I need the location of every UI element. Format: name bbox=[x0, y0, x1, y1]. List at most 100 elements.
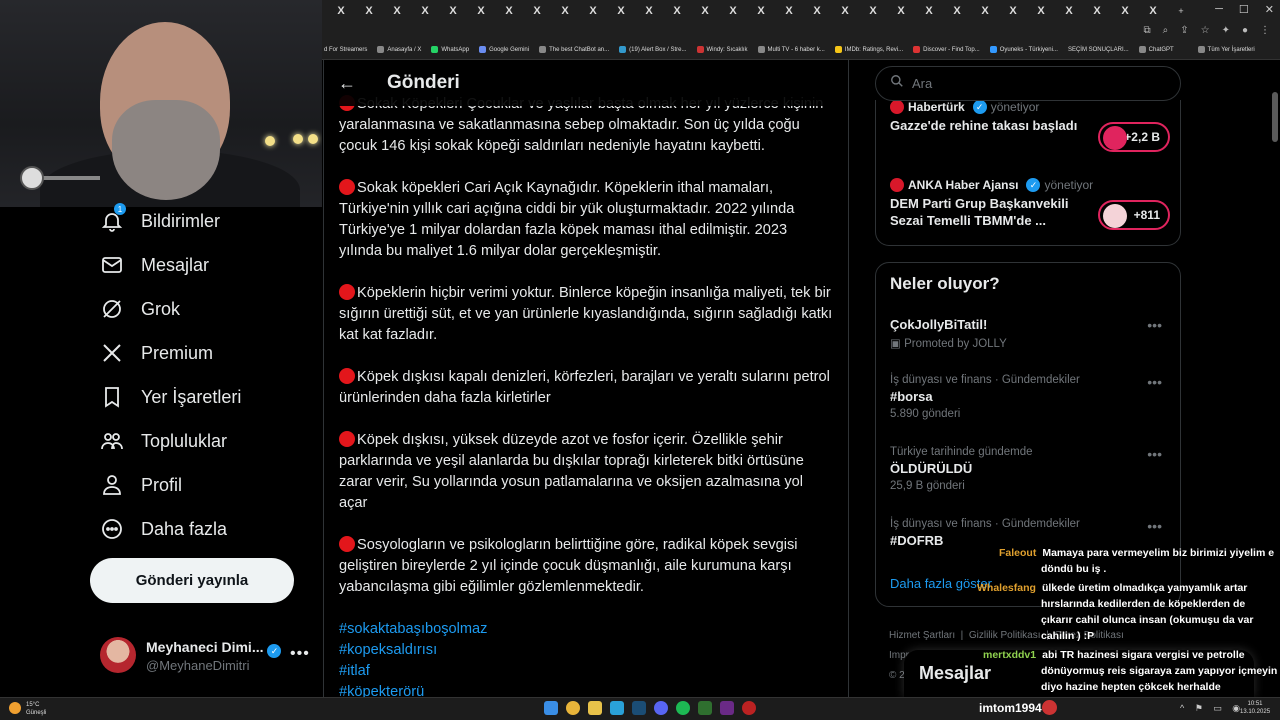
scrollbar-thumb[interactable] bbox=[1272, 92, 1278, 142]
bookmark-item[interactable]: (19) Alert Box / Stre... bbox=[619, 46, 687, 53]
bookmark-item[interactable]: WhatsApp bbox=[431, 46, 469, 53]
folder-icon[interactable] bbox=[588, 701, 602, 715]
footer-link[interactable]: Gizlilik Politikası bbox=[969, 630, 1041, 641]
browser-tab[interactable]: X bbox=[832, 2, 858, 20]
browser-tab[interactable]: X bbox=[1140, 2, 1166, 20]
share-icon[interactable]: ⇪ bbox=[1180, 25, 1188, 36]
browser-tab[interactable]: X bbox=[1084, 2, 1110, 20]
new-tab-button[interactable]: + bbox=[1168, 2, 1194, 20]
browser-tab[interactable]: X bbox=[720, 2, 746, 20]
menu-icon[interactable]: ⋮ bbox=[1260, 25, 1270, 36]
hashtag-link[interactable]: #kopeksaldırısı bbox=[339, 640, 834, 661]
profile-icon[interactable]: ● bbox=[1242, 25, 1248, 36]
more-dots-icon[interactable]: ••• bbox=[290, 645, 310, 663]
bookmark-item[interactable]: Discover - Find Top... bbox=[913, 46, 980, 53]
account-switcher[interactable]: Meyhaneci Dimi... ✓ @MeyhaneDimitri ••• bbox=[100, 637, 310, 683]
extensions-icon[interactable]: ✦ bbox=[1222, 25, 1230, 36]
bookmark-item[interactable]: IMDb: Ratings, Revi... bbox=[834, 46, 903, 53]
trend-item[interactable]: Türkiye tarihinde gündemde ÖLDÜRÜLDÜ 25,… bbox=[890, 446, 1170, 492]
close-icon[interactable]: ✕ bbox=[1265, 3, 1274, 16]
browser-tab[interactable]: X bbox=[468, 2, 494, 20]
browser-tab[interactable]: X bbox=[412, 2, 438, 20]
browser-tab[interactable]: X bbox=[496, 2, 522, 20]
browser-tab[interactable]: X bbox=[692, 2, 718, 20]
more-dots-icon[interactable]: ••• bbox=[1147, 446, 1162, 462]
browser-tab[interactable]: X bbox=[608, 2, 634, 20]
bookmark-item[interactable]: The best ChatBot an... bbox=[539, 46, 609, 53]
browser-tab[interactable]: X bbox=[972, 2, 998, 20]
app-icon[interactable] bbox=[610, 701, 624, 715]
hashtag-link[interactable]: #köpekterörü bbox=[339, 682, 834, 697]
bookmark-item[interactable]: Windy: Sıcaklık bbox=[696, 46, 748, 53]
browser-tab[interactable]: X bbox=[860, 2, 886, 20]
browser-tab[interactable]: X bbox=[776, 2, 802, 20]
browser-tab[interactable]: X bbox=[804, 2, 830, 20]
more-dots-icon[interactable]: ••• bbox=[1147, 317, 1162, 333]
live-item[interactable]: Habertürk ✓ yönetiyor Gazze'de rehine taka… bbox=[890, 100, 1170, 152]
bookmark-item[interactable]: Tüm Yer İşaretleri bbox=[1197, 46, 1255, 53]
browser-tab[interactable]: X bbox=[664, 2, 690, 20]
browser-tab[interactable]: X bbox=[1112, 2, 1138, 20]
spotify-icon[interactable] bbox=[676, 701, 690, 715]
page-scrollbar[interactable] bbox=[1272, 62, 1278, 694]
browser-tab[interactable]: X bbox=[1000, 2, 1026, 20]
browser-tab[interactable]: X bbox=[356, 2, 382, 20]
more-dots-icon[interactable]: ••• bbox=[1147, 518, 1162, 534]
bookmark-item[interactable]: Oyuneks - Türkiyeni... bbox=[989, 46, 1058, 53]
maximize-icon[interactable]: ☐ bbox=[1239, 3, 1249, 16]
live-listeners-pill[interactable]: +811 bbox=[1098, 200, 1170, 230]
obs-icon[interactable] bbox=[720, 701, 734, 715]
bookmark-item[interactable]: Multi TV - 6 haber k... bbox=[757, 46, 825, 53]
hashtag-link[interactable]: #itlaf bbox=[339, 661, 834, 682]
browser-tab[interactable]: X bbox=[524, 2, 550, 20]
kick-icon[interactable] bbox=[698, 701, 712, 715]
minimize-icon[interactable]: ─ bbox=[1215, 3, 1223, 16]
bookmark-item[interactable]: SEÇİM SONUÇLARI... bbox=[1068, 47, 1129, 53]
footer-link[interactable]: Hizmet Şartları bbox=[889, 630, 955, 641]
browser-tab[interactable]: X bbox=[384, 2, 410, 20]
install-icon[interactable]: ⧉ bbox=[1143, 25, 1150, 36]
browser-tab[interactable]: X bbox=[748, 2, 774, 20]
sidebar-item-notifications[interactable]: 1 Bildirimler bbox=[98, 203, 220, 237]
browser-tab[interactable]: X bbox=[1056, 2, 1082, 20]
browser-tab[interactable]: X bbox=[328, 2, 354, 20]
clock[interactable]: 10:51 13.10.2025 bbox=[1240, 700, 1270, 716]
app-icon[interactable] bbox=[742, 701, 756, 715]
steam-icon[interactable] bbox=[632, 701, 646, 715]
trend-item[interactable]: ÇokJollyBiTatil! ▣ Promoted by JOLLY ••• bbox=[890, 317, 1170, 350]
back-arrow-icon[interactable]: ← bbox=[324, 73, 370, 94]
bookmark-item[interactable]: Anasayfa / X bbox=[377, 46, 421, 53]
search-bar[interactable] bbox=[875, 66, 1181, 101]
trend-item[interactable]: İş dünyası ve finans · Gündemdekiler #bo… bbox=[890, 374, 1170, 420]
discord-icon[interactable] bbox=[654, 701, 668, 715]
post-button[interactable]: Gönderi yayınla bbox=[90, 558, 294, 603]
system-tray-icons[interactable]: ^ ⚑ ▭ ◉ bbox=[1180, 703, 1244, 714]
browser-tab[interactable]: X bbox=[944, 2, 970, 20]
sidebar-item-messages[interactable]: Mesajlar bbox=[98, 249, 209, 281]
browser-tab[interactable]: X bbox=[636, 2, 662, 20]
more-dots-icon[interactable]: ••• bbox=[1147, 374, 1162, 390]
zoom-icon[interactable]: ⌕ bbox=[1163, 25, 1169, 36]
browser-tab[interactable]: X bbox=[888, 2, 914, 20]
chrome-icon[interactable] bbox=[566, 701, 580, 715]
sidebar-item-bookmarks[interactable]: Yer İşaretleri bbox=[98, 381, 241, 413]
browser-tab[interactable]: X bbox=[916, 2, 942, 20]
sidebar-item-premium[interactable]: Premium bbox=[98, 337, 213, 369]
browser-tab[interactable]: X bbox=[580, 2, 606, 20]
star-icon[interactable]: ☆ bbox=[1201, 25, 1210, 36]
trend-item[interactable]: İş dünyası ve finans · Gündemdekiler #DO… bbox=[890, 518, 1170, 548]
browser-tab[interactable]: X bbox=[1028, 2, 1054, 20]
sidebar-item-profile[interactable]: Profil bbox=[98, 469, 182, 501]
weather-widget[interactable]: 15°C Güneşli bbox=[9, 701, 46, 717]
live-listeners-pill[interactable]: +2,2 B bbox=[1098, 122, 1170, 152]
bookmark-item[interactable]: d For Streamers bbox=[324, 47, 367, 53]
browser-tab[interactable]: X bbox=[440, 2, 466, 20]
bookmark-item[interactable]: Google Gemini bbox=[479, 46, 529, 53]
search-input[interactable] bbox=[912, 76, 1152, 91]
sidebar-item-communities[interactable]: Topluluklar bbox=[98, 425, 227, 457]
windows-start-icon[interactable] bbox=[544, 701, 558, 715]
browser-tab[interactable]: X bbox=[552, 2, 578, 20]
live-item[interactable]: ANKA Haber Ajansı ✓ yönetiyor DEM Parti Gr… bbox=[890, 178, 1170, 230]
bookmark-item[interactable]: ChatGPT bbox=[1138, 46, 1174, 53]
sidebar-item-more[interactable]: Daha fazla bbox=[98, 513, 227, 545]
